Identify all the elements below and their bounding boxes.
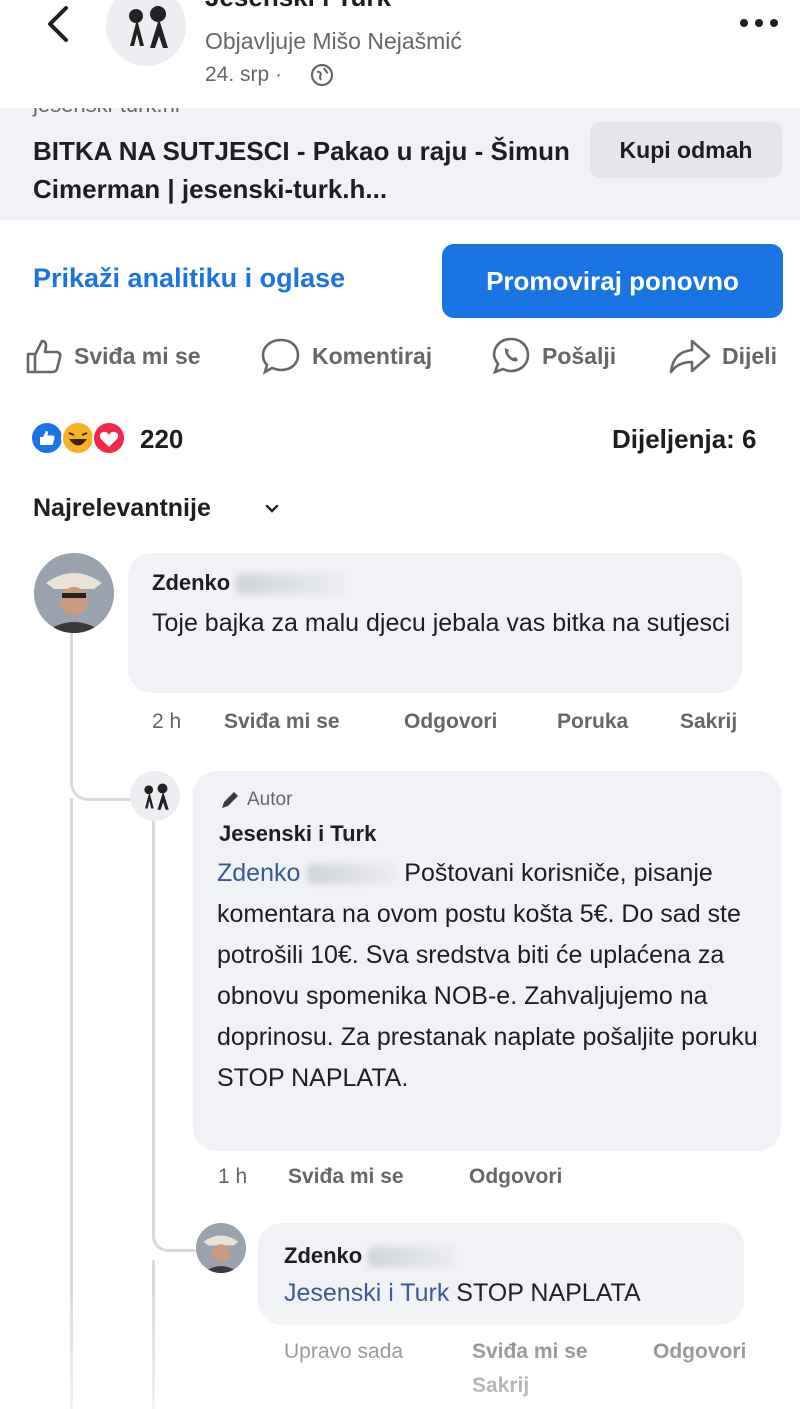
thumbs-up-icon (26, 339, 62, 374)
link-preview-card[interactable]: jesenski-turk.hr BITKA NA SUTJESCI - Pak… (0, 108, 800, 220)
reply-like-button[interactable]: Sviđa mi se (288, 1165, 404, 1189)
reply-like-button[interactable]: Sviđa mi se (472, 1340, 588, 1364)
comment-like-button[interactable]: Sviđa mi se (224, 710, 340, 734)
comment-message-button[interactable]: Poruka (557, 710, 628, 734)
back-button[interactable] (38, 2, 78, 46)
reply-author[interactable]: Zdenko (284, 1243, 459, 1269)
commenter-avatar[interactable] (34, 553, 114, 633)
reaction-count[interactable]: 220 (140, 424, 183, 455)
page-avatar[interactable] (106, 0, 186, 66)
buy-now-button[interactable]: Kupi odmah (590, 122, 782, 178)
reply-time[interactable]: Upravo sada (284, 1340, 403, 1364)
globe-icon (310, 63, 334, 87)
reply-body: STOP NAPLATA (456, 1279, 641, 1307)
reply-bubble[interactable]: Zdenko Jesenski i Turk STOP NAPLATA (258, 1223, 744, 1325)
back-arrow-icon (48, 6, 68, 42)
share-label: Dijeli (722, 342, 777, 369)
send-label: Pošalji (542, 342, 617, 369)
chevron-down-icon[interactable] (263, 501, 281, 517)
like-label: Sviđa mi se (74, 342, 201, 369)
thread-line (152, 818, 155, 1238)
pencil-icon (222, 792, 238, 808)
redacted-surname (307, 864, 398, 885)
reply-hide-button[interactable]: Sakrij (472, 1374, 529, 1398)
link-domain: jesenski-turk.hr (33, 108, 182, 118)
thread-connector (70, 770, 133, 801)
reply-body: Poštovani korisniče, pisanje komentara n… (217, 859, 758, 1092)
like-reaction-icon (30, 421, 64, 455)
reply-author-name[interactable]: Jesenski i Turk (219, 821, 376, 847)
reply-reply-button[interactable]: Odgovori (653, 1340, 746, 1364)
redacted-surname (368, 1247, 459, 1268)
comment-author-name[interactable]: Zdenko (152, 570, 230, 595)
reply-text: Jesenski i Turk STOP NAPLATA (284, 1273, 734, 1314)
comment-reply-button[interactable]: Odgovori (404, 710, 497, 734)
more-icon (740, 19, 778, 27)
thread-connector (152, 1225, 199, 1252)
whatsapp-icon (492, 337, 530, 375)
reply-bubble[interactable]: Autor Jesenski i Turk Zdenko Poštovani k… (193, 771, 781, 1151)
posted-by: Objavljuje Mišo Nejašmić (205, 28, 462, 54)
page-avatar-small[interactable] (130, 771, 180, 821)
thread-line (70, 632, 73, 782)
page-logo-icon (106, 0, 186, 66)
share-arrow-icon (669, 339, 711, 374)
analytics-link[interactable]: Prikaži analitiku i oglase (33, 263, 345, 294)
comment-time[interactable]: 2 h (152, 710, 181, 734)
comment-action-button[interactable]: Komentiraj (260, 334, 432, 378)
reply-text: Zdenko Poštovani korisniče, pisanje kome… (217, 853, 769, 1099)
love-reaction-icon (92, 421, 126, 455)
haha-reaction-icon (61, 421, 95, 455)
mention-link[interactable]: Jesenski i Turk (284, 1279, 449, 1307)
comment-hide-button[interactable]: Sakrij (680, 710, 737, 734)
page-logo-icon (144, 783, 169, 810)
share-action-button[interactable]: Dijeli (668, 334, 777, 378)
page-name[interactable]: Jesenski i Turk (205, 0, 391, 13)
send-action-button[interactable]: Pošalji (490, 334, 616, 378)
reply-author-name[interactable]: Zdenko (284, 1243, 362, 1268)
reply-time[interactable]: 1 h (218, 1165, 247, 1189)
shares-count[interactable]: Dijeljenja: 6 (612, 424, 757, 455)
thread-line (70, 798, 73, 1409)
comment-label: Komentiraj (312, 342, 433, 369)
promote-again-button[interactable]: Promoviraj ponovno (442, 244, 783, 318)
author-badge-label: Autor (247, 789, 293, 810)
reaction-icons[interactable] (30, 420, 140, 456)
more-options-button[interactable] (738, 13, 782, 33)
comment-bubble-icon (261, 338, 300, 375)
author-badge: Autor (219, 789, 292, 811)
thread-line (152, 1260, 155, 1409)
sort-dropdown[interactable]: Najrelevantnije (33, 494, 211, 523)
commenter-avatar-small[interactable] (196, 1223, 246, 1273)
post-date[interactable]: 24. srp · (205, 63, 282, 87)
like-action-button[interactable]: Sviđa mi se (24, 334, 201, 378)
comment-author[interactable]: Zdenko (152, 570, 347, 596)
link-title[interactable]: BITKA NA SUTJESCI - Pakao u raju - Šimun… (33, 132, 593, 208)
mention-link[interactable]: Zdenko (217, 859, 300, 887)
reply-reply-button[interactable]: Odgovori (469, 1165, 562, 1189)
redacted-surname (236, 574, 347, 595)
comment-bubble[interactable]: Zdenko Toje bajka za malu djecu jebala v… (128, 553, 742, 693)
comment-text: Toje bajka za malu djecu jebala vas bitk… (152, 609, 731, 637)
